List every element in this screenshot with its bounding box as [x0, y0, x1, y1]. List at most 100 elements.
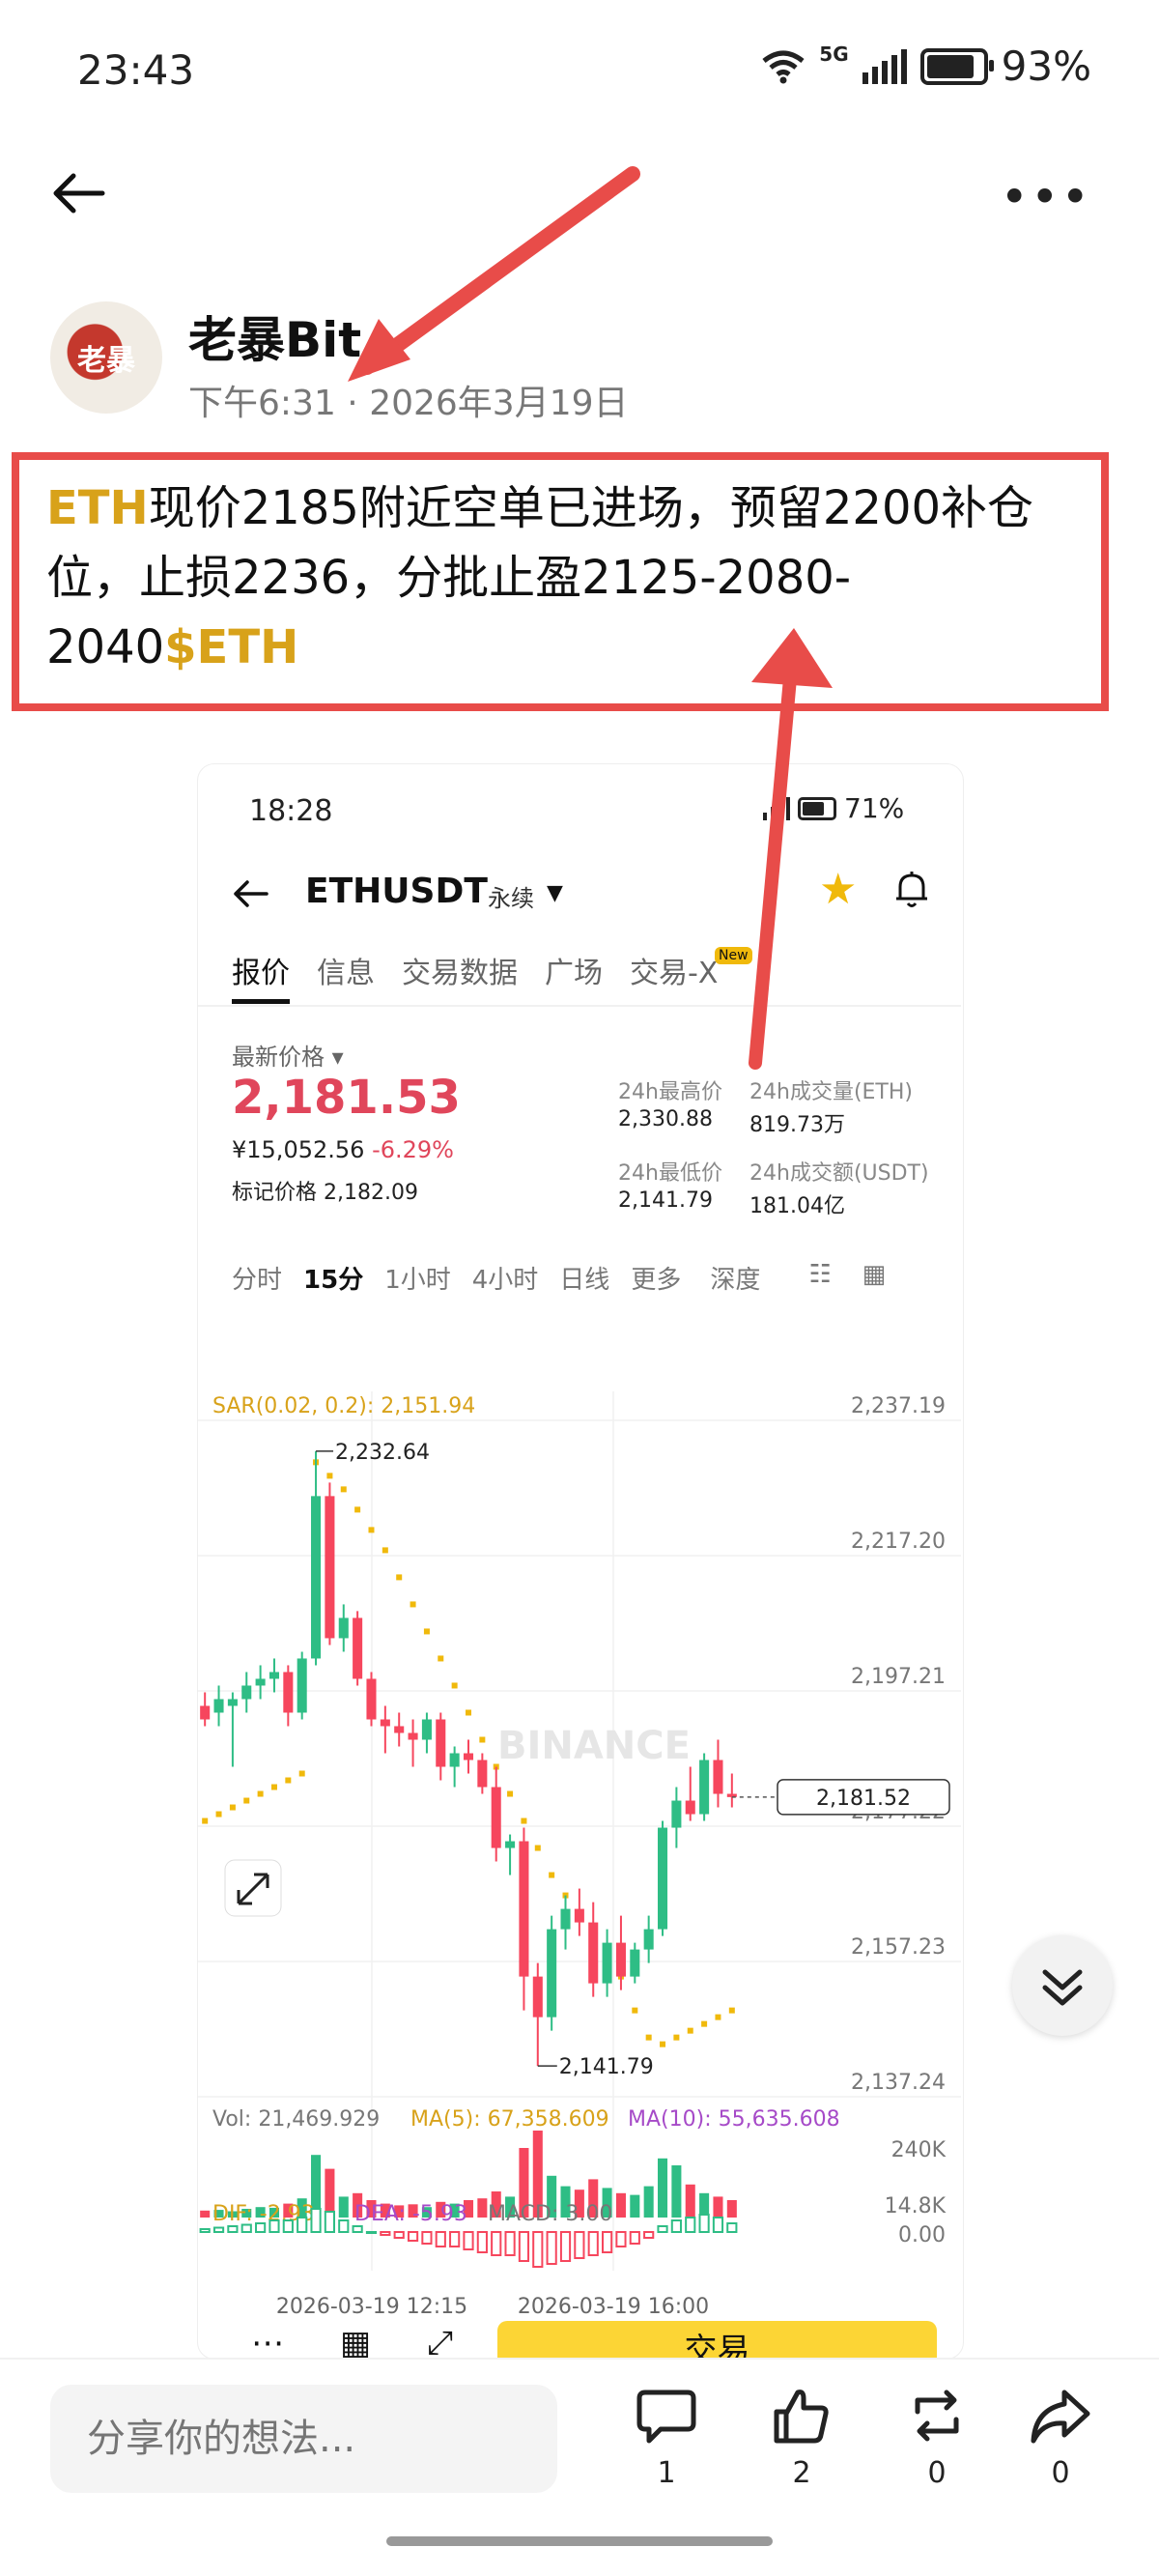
- vol-usdt-label: 24h成交额(USDT): [749, 1161, 929, 1186]
- candle-body: [602, 1942, 612, 1984]
- candle-body: [241, 1685, 252, 1700]
- scroll-down-button[interactable]: [1012, 1935, 1113, 2036]
- comment-button[interactable]: 1: [628, 2387, 705, 2490]
- candle-body: [353, 1617, 363, 1679]
- indicator-settings-icon: ☷: [808, 1260, 832, 1289]
- candle-body: [685, 1800, 695, 1815]
- volume-bar: [713, 2196, 723, 2218]
- candle-body: [297, 1658, 307, 1713]
- volume-bar: [726, 2200, 737, 2218]
- price-change: -6.29%: [372, 1136, 454, 1163]
- share-button[interactable]: 0: [1022, 2387, 1099, 2490]
- post-body: ETH现价2185附近空单已进场，预留2200补仓位，止损2236，分批止盈21…: [46, 473, 1099, 682]
- grid-icon: ▦: [340, 2324, 372, 2362]
- binance-watermark: BINANCE: [497, 1724, 691, 1768]
- comment-count: 1: [657, 2456, 676, 2490]
- like-button[interactable]: 2: [763, 2387, 840, 2490]
- candle-body: [588, 1922, 599, 1984]
- candle-body: [325, 1496, 335, 1639]
- macd-bar: [212, 2226, 225, 2233]
- candle-body: [630, 1949, 640, 1977]
- macd-bar: [504, 2231, 516, 2256]
- low-label: 24h最低价: [618, 1161, 722, 1186]
- candle-body: [200, 1705, 211, 1720]
- macd-bar: [421, 2231, 433, 2245]
- sar-dot: [340, 1486, 347, 1493]
- volume-bar: [630, 2194, 640, 2218]
- repost-button[interactable]: 0: [898, 2387, 975, 2490]
- macd-bar: [199, 2228, 211, 2233]
- avatar[interactable]: 老暴: [50, 301, 162, 414]
- candle-body: [491, 1787, 501, 1848]
- volume-bar: [685, 2184, 695, 2218]
- sar-dot: [410, 1601, 416, 1608]
- macd-bar: [324, 2211, 336, 2233]
- battery-icon: [919, 47, 994, 85]
- thumbs-up-icon: [774, 2390, 829, 2444]
- sar-dot: [215, 1811, 222, 1818]
- sar-dot: [326, 1473, 333, 1479]
- mark-price: 标记价格 2,182.09: [232, 1181, 418, 1205]
- author-name[interactable]: 老暴Bit: [188, 301, 361, 371]
- screenshot-battery: 71%: [844, 792, 905, 824]
- candle-body: [532, 1976, 543, 2018]
- sar-dot: [451, 1682, 458, 1689]
- layout-grid-icon: ▦: [862, 1260, 887, 1289]
- candle-body: [574, 1908, 584, 1923]
- candle-body: [477, 1760, 488, 1788]
- ticker-link-eth[interactable]: ETH: [46, 481, 149, 535]
- macd-bar: [476, 2231, 488, 2253]
- volume-bar: [658, 2158, 668, 2218]
- repost-icon: [915, 2390, 959, 2442]
- signal-icon: [763, 796, 790, 820]
- candle-body: [671, 1800, 682, 1828]
- candle-body: [643, 1929, 654, 1950]
- high-marker: 2,232.64: [335, 1441, 430, 1465]
- macd-bar: [407, 2231, 419, 2242]
- candle-body: [283, 1672, 294, 1713]
- cashtag-eth[interactable]: $ETH: [164, 620, 298, 674]
- low-value: 2,141.79: [618, 1188, 713, 1213]
- contract-type: 永续: [488, 885, 534, 912]
- candle-body: [269, 1672, 279, 1679]
- volume-bar: [615, 2192, 626, 2218]
- divider: [198, 1005, 961, 1007]
- macd-bar: [449, 2231, 461, 2247]
- candle-body: [436, 1719, 446, 1767]
- post-time: 下午6:31: [188, 384, 336, 423]
- candle-body: [547, 1929, 557, 2018]
- post-timestamp: 下午6:31 · 2026年3月19日: [188, 384, 629, 423]
- sar-dot: [673, 2034, 680, 2041]
- interval-1h: 1小时: [384, 1266, 451, 1295]
- sar-dot: [368, 1527, 375, 1533]
- more-options-button[interactable]: •••: [1001, 169, 1091, 225]
- macd-bar: [491, 2231, 502, 2256]
- sar-dot: [534, 1845, 541, 1851]
- price-axis-label: 2,197.21: [851, 1665, 946, 1689]
- back-arrow-icon[interactable]: [50, 164, 108, 222]
- macd-bar: [463, 2231, 474, 2250]
- ma10-label: MA(10): 55,635.608: [628, 2107, 840, 2132]
- macd-bar: [282, 2219, 294, 2233]
- sar-label: SAR(0.02, 0.2): 2,151.94: [212, 1394, 475, 1418]
- high-value: 2,330.88: [618, 1107, 713, 1131]
- star-icon: ★: [819, 865, 858, 914]
- sar-dot: [660, 2041, 666, 2047]
- comment-input[interactable]: [50, 2385, 557, 2493]
- sar-dot: [243, 1797, 250, 1804]
- macd-bar: [532, 2231, 544, 2268]
- macd-bar: [240, 2223, 252, 2233]
- candle-body: [699, 1760, 710, 1815]
- macd-bar: [601, 2231, 613, 2253]
- macd-bar: [559, 2231, 572, 2262]
- macd-bar: [380, 2231, 391, 2236]
- volume-bar: [338, 2196, 349, 2218]
- sar-dot: [396, 1574, 403, 1581]
- macd-bar: [615, 2231, 627, 2247]
- price-axis-label: 2,137.24: [851, 2071, 946, 2095]
- sar-dot: [701, 2020, 708, 2027]
- battery-percent: 93%: [1001, 43, 1091, 90]
- sar-dot: [632, 2007, 638, 2014]
- macd-bar: [685, 2217, 696, 2233]
- macd-bar: [587, 2231, 599, 2256]
